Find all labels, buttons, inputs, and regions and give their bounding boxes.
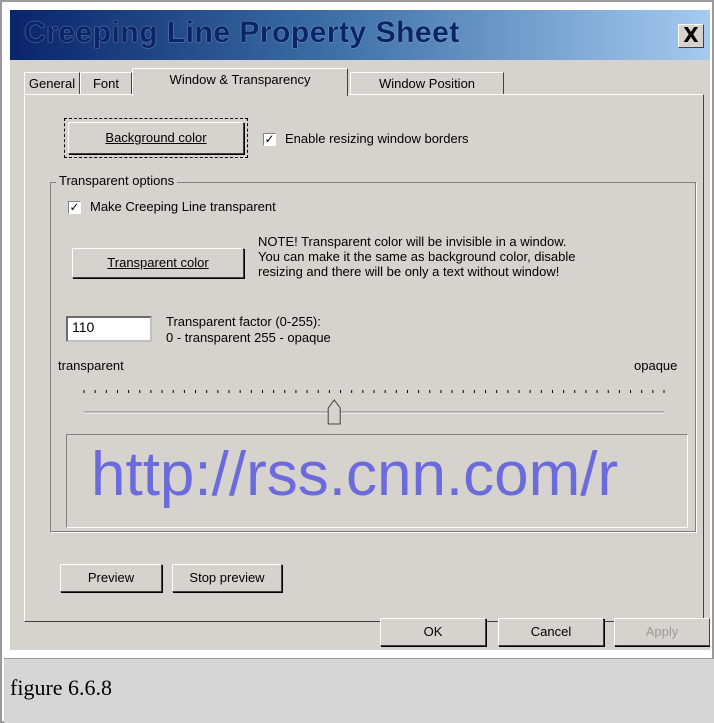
figure-frame: Creeping Line Property Sheet X General F… xyxy=(0,0,714,723)
transparent-color-button-label: Transparent color xyxy=(107,255,209,270)
tab-window-transparency[interactable]: Window & Transparency xyxy=(132,68,348,96)
cancel-button[interactable]: Cancel xyxy=(498,618,604,646)
checkmark-icon: ✓ xyxy=(69,200,80,214)
transparent-factor-label: Transparent factor (0-255): xyxy=(166,314,321,329)
tab-window-position[interactable]: Window Position xyxy=(350,72,504,95)
transparent-factor-range-label: 0 - transparent 255 - opaque xyxy=(166,330,331,345)
transparency-slider[interactable] xyxy=(78,376,682,430)
property-sheet-dialog: Creeping Line Property Sheet X General F… xyxy=(10,10,710,650)
preview-box: http://rss.cnn.com/r xyxy=(66,434,688,528)
title-bar[interactable]: Creeping Line Property Sheet X xyxy=(10,10,710,60)
window-title: Creeping Line Property Sheet xyxy=(24,16,460,49)
transparency-note: NOTE! Transparent color will be invisibl… xyxy=(258,234,698,279)
preview-button[interactable]: Preview xyxy=(60,564,162,592)
slider-thumb[interactable] xyxy=(327,399,341,425)
ok-button[interactable]: OK xyxy=(380,618,486,646)
tab-general[interactable]: General xyxy=(24,72,80,95)
stop-preview-button[interactable]: Stop preview xyxy=(172,564,282,592)
transparent-factor-input[interactable]: 110 xyxy=(66,316,152,342)
note-line: You can make it the same as background c… xyxy=(258,249,576,264)
apply-button[interactable]: Apply xyxy=(614,618,710,646)
tab-font[interactable]: Font xyxy=(80,72,132,95)
make-transparent-checkbox[interactable]: ✓ xyxy=(68,201,81,214)
slider-min-label: transparent xyxy=(58,358,124,373)
figure-caption: figure 6.6.8 xyxy=(10,675,113,700)
close-icon: X xyxy=(683,23,699,47)
note-line: resizing and there will be only a text w… xyxy=(258,264,560,279)
background-color-button[interactable]: Background color xyxy=(68,122,244,154)
transparent-color-button[interactable]: Transparent color xyxy=(72,248,244,278)
slider-max-label: opaque xyxy=(634,358,678,373)
note-line: NOTE! Transparent color will be invisibl… xyxy=(258,234,567,249)
figure-caption-bar: figure 6.6.8 xyxy=(4,658,714,723)
slider-ticks xyxy=(83,390,665,393)
preview-text: http://rss.cnn.com/r xyxy=(91,440,619,509)
checkmark-icon: ✓ xyxy=(264,132,275,146)
make-transparent-label: Make Creeping Line transparent xyxy=(90,199,276,214)
close-button[interactable]: X xyxy=(678,24,704,48)
enable-resizing-checkbox[interactable]: ✓ xyxy=(263,133,276,146)
group-title: Transparent options xyxy=(56,173,178,188)
enable-resizing-label: Enable resizing window borders xyxy=(285,131,469,146)
background-color-button-label: Background color xyxy=(105,130,207,145)
